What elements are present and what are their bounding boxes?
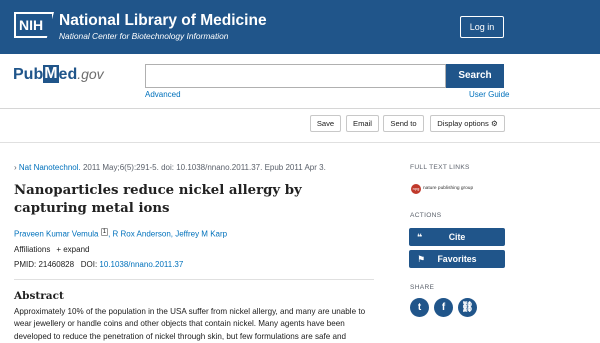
nlm-header: NIH National Library of Medicine Nationa… xyxy=(0,0,600,54)
nlm-title[interactable]: National Library of Medicine xyxy=(59,12,267,30)
affiliations-row: Affiliations + expand xyxy=(14,245,89,254)
nlm-subtitle: National Center for Biotechnology Inform… xyxy=(59,31,229,41)
affiliations-label[interactable]: Affiliations xyxy=(14,245,50,254)
display-options-label: Display options xyxy=(437,119,489,128)
cite-button[interactable]: ❝ Cite xyxy=(409,228,505,246)
user-guide-link[interactable]: User Guide xyxy=(469,90,509,99)
divider xyxy=(14,279,374,280)
pubmed-logo[interactable]: PubMed.gov xyxy=(13,65,104,84)
abstract-heading: Abstract xyxy=(14,290,64,302)
publisher-name: nature publishing group xyxy=(423,186,474,192)
twitter-icon[interactable]: t xyxy=(410,298,429,317)
author-link[interactable]: Praveen Kumar Vemula xyxy=(14,230,99,239)
link-icon[interactable]: ⛓ xyxy=(458,298,477,317)
logo-gov: .gov xyxy=(77,66,104,82)
email-button[interactable]: Email xyxy=(346,115,379,132)
facebook-icon[interactable]: f xyxy=(434,298,453,317)
cite-label: Cite xyxy=(448,232,466,242)
favorites-label: Favorites xyxy=(437,254,477,264)
login-button[interactable]: Log in xyxy=(460,16,504,38)
nih-logo[interactable]: NIH xyxy=(14,12,54,38)
save-button[interactable]: Save xyxy=(310,115,341,132)
article-title: Nanoparticles reduce nickel allergy by c… xyxy=(14,183,302,216)
other-authors[interactable]: , R Rox Anderson, Jeffrey M Karp xyxy=(108,230,227,239)
expand-affiliations-button[interactable]: + expand xyxy=(56,245,89,254)
identifiers: PMID: 21460828 DOI: 10.1038/nnano.2011.3… xyxy=(14,260,183,269)
send-to-button[interactable]: Send to xyxy=(383,115,424,132)
full-text-links-heading: FULL TEXT LINKS xyxy=(410,164,470,171)
advanced-search-link[interactable]: Advanced xyxy=(145,90,181,99)
chevron-right-icon[interactable]: › xyxy=(14,163,17,172)
logo-m: M xyxy=(43,65,59,83)
authors-list: Praveen Kumar Vemula 1, R Rox Anderson, … xyxy=(14,228,227,239)
affiliation-marker[interactable]: 1 xyxy=(100,228,109,236)
display-options-button[interactable]: Display options ⚙ xyxy=(430,115,505,132)
citation-line: › Nat Nanotechnol. 2011 May;6(5):291-5. … xyxy=(14,163,326,172)
abstract-text: Approximately 10% of the population in t… xyxy=(14,307,366,341)
citation-details: 2011 May;6(5):291-5. doi: 10.1038/nnano.… xyxy=(80,163,326,172)
journal-link[interactable]: Nat Nanotechnol. xyxy=(19,163,81,172)
search-input[interactable] xyxy=(145,64,446,88)
npg-logo-icon: npg xyxy=(411,183,421,194)
actions-heading: ACTIONS xyxy=(410,212,442,219)
divider xyxy=(0,142,600,143)
gear-icon: ⚙ xyxy=(490,119,498,128)
divider xyxy=(0,108,600,109)
favorites-button[interactable]: ⚑ Favorites xyxy=(409,250,505,268)
logo-ed: ed xyxy=(58,66,78,83)
publisher-link[interactable]: npg nature publishing group xyxy=(411,180,473,198)
share-heading: SHARE xyxy=(410,284,435,291)
search-button[interactable]: Search xyxy=(446,64,504,88)
logo-pub: Pub xyxy=(13,66,44,83)
pmid: PMID: 21460828 xyxy=(14,260,75,269)
doi-label: DOI: xyxy=(80,260,100,269)
doi-link[interactable]: 10.1038/nnano.2011.37 xyxy=(99,260,183,269)
